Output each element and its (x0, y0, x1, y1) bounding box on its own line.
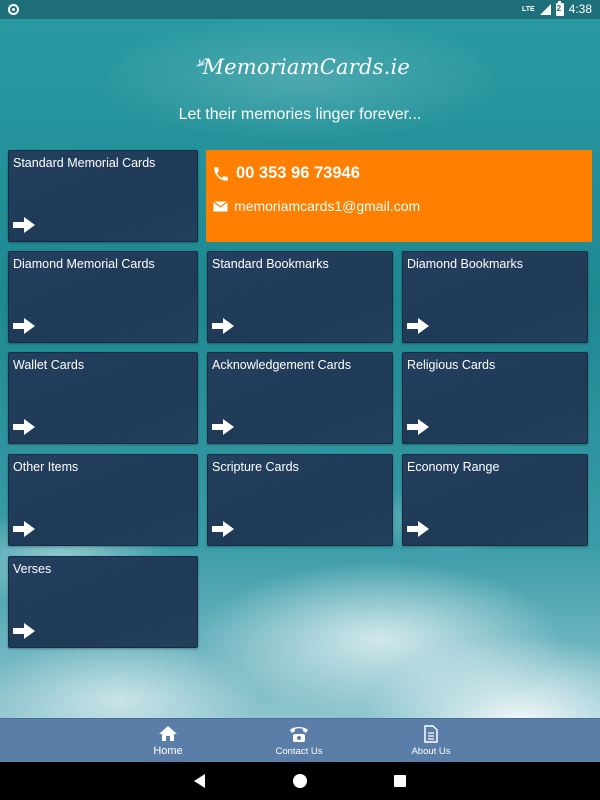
tile-other-items[interactable]: Other Items (8, 454, 198, 546)
phone-icon (214, 166, 228, 181)
arrow-right-icon (407, 521, 429, 537)
nav-about-us[interactable]: About Us (386, 719, 476, 763)
arrow-right-icon (13, 623, 35, 639)
tile-label: Other Items (13, 460, 79, 474)
bottom-navigation: Home Contact Us About Us (0, 718, 600, 762)
arrow-right-icon (212, 318, 234, 334)
nav-contact-us[interactable]: Contact Us (254, 719, 344, 763)
tagline: Let their memories linger forever... (178, 106, 422, 123)
tile-scripture-cards[interactable]: Scripture Cards (207, 454, 393, 546)
telephone-icon (290, 727, 308, 742)
tile-standard-memorial-cards[interactable]: Standard Memorial Cards (8, 150, 198, 242)
nav-label: About Us (411, 746, 451, 757)
status-bar: LTE 2 4:38 (0, 0, 600, 19)
status-icons: LTE 2 4:38 (521, 0, 592, 16)
arrow-right-icon (13, 419, 35, 435)
tile-label: Scripture Cards (212, 460, 299, 474)
nav-label: Contact Us (275, 746, 323, 757)
phone-row[interactable]: 00 353 96 73946 (212, 164, 360, 183)
tile-label: Diamond Memorial Cards (13, 257, 155, 271)
arrow-right-icon (13, 318, 35, 334)
mail-icon (213, 200, 228, 211)
home-icon (159, 726, 177, 741)
tile-diamond-bookmarks[interactable]: Diamond Bookmarks (402, 251, 588, 343)
tile-wallet-cards[interactable]: Wallet Cards (8, 352, 198, 444)
arrow-right-icon (13, 217, 35, 233)
back-icon[interactable] (194, 774, 205, 788)
system-navigation-bar (0, 762, 600, 800)
tile-label: Wallet Cards (13, 358, 85, 372)
network-type: LTE (521, 5, 535, 13)
arrow-right-icon (212, 521, 234, 537)
tile-label: Economy Range (407, 460, 500, 474)
tile-label: Acknowledgement Cards (212, 358, 351, 372)
tile-label: Verses (13, 562, 52, 576)
phone-number: 00 353 96 73946 (236, 164, 360, 182)
document-icon (424, 725, 438, 743)
notification-icon (8, 4, 19, 15)
tile-diamond-memorial-cards[interactable]: Diamond Memorial Cards (8, 251, 198, 343)
logo: MemoriamCards.ie (195, 42, 410, 84)
battery-level: 2 (556, 3, 562, 13)
tile-label: Religious Cards (407, 358, 496, 372)
signal-icon (539, 3, 551, 15)
arrow-right-icon (407, 419, 429, 435)
tile-standard-bookmarks[interactable]: Standard Bookmarks (207, 251, 393, 343)
home-button-icon[interactable] (293, 774, 307, 788)
tile-label: Standard Memorial Cards (13, 156, 156, 170)
nav-label: Home (153, 745, 183, 757)
contact-panel: 00 353 96 73946 memoriamcards1@gmail.com (206, 150, 592, 242)
tile-economy-range[interactable]: Economy Range (402, 454, 588, 546)
nav-home[interactable]: Home (123, 719, 213, 763)
email-address: memoriamcards1@gmail.com (234, 198, 421, 214)
battery-icon: 2 (555, 0, 564, 16)
tile-verses[interactable]: Verses (8, 556, 198, 648)
email-row[interactable]: memoriamcards1@gmail.com (213, 198, 420, 214)
tile-label: Diamond Bookmarks (407, 257, 524, 271)
clock: 4:38 (568, 2, 592, 16)
arrow-right-icon (407, 318, 429, 334)
tile-religious-cards[interactable]: Religious Cards (402, 352, 588, 444)
tile-label: Standard Bookmarks (212, 257, 329, 271)
arrow-right-icon (212, 419, 234, 435)
logo-text: MemoriamCards.ie (202, 55, 410, 79)
tile-acknowledgement-cards[interactable]: Acknowledgement Cards (207, 352, 393, 444)
arrow-right-icon (13, 521, 35, 537)
recents-icon[interactable] (394, 775, 406, 787)
